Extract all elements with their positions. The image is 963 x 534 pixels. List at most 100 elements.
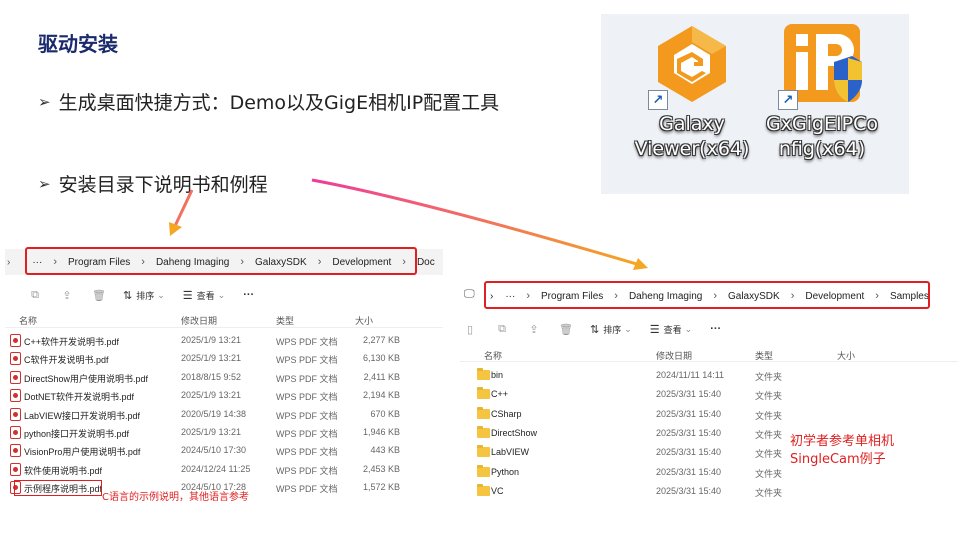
folder-name: VC [491, 485, 504, 496]
view-button[interactable]: ☰ 查看 ⌄ [183, 289, 225, 302]
file-size: 2,453 KB [362, 463, 400, 474]
col-header-type[interactable]: 类型 [276, 314, 294, 327]
folder-row[interactable]: bin 2024/11/11 14:11 文件夹 [460, 367, 920, 385]
file-date: 2025/1/9 13:21 [181, 427, 242, 437]
pdf-file-icon [10, 407, 21, 421]
col-header-type[interactable]: 类型 [755, 349, 773, 362]
folder-date: 2025/3/31 15:40 [656, 447, 722, 458]
col-header-date[interactable]: 修改日期 [181, 314, 217, 327]
folder-name: DirectShow [491, 427, 538, 438]
copy-icon[interactable]: ⧉ [494, 322, 510, 336]
view-button[interactable]: ☰ 查看 ⌄ [650, 323, 692, 336]
file-size: 6,130 KB [362, 353, 400, 364]
pdf-file-icon [10, 352, 21, 366]
file-row[interactable]: DirectShow用户使用说明书.pdf 2018/8/15 9:52 WPS P… [5, 369, 405, 387]
col-header-size[interactable]: 大小 [837, 349, 855, 362]
pdf-file-icon [10, 370, 21, 384]
sort-icon: ⇅ [590, 323, 600, 336]
folder-name: CSharp [491, 408, 522, 419]
folder-type: 文件夹 [755, 487, 783, 498]
folder-type: 文件夹 [755, 410, 783, 421]
computer-icon[interactable]: 🖵 [464, 288, 475, 301]
folder-date: 2025/3/31 15:40 [656, 466, 722, 477]
address-bar[interactable]: › ··· › Program Files › Daheng Imaging › Ga… [5, 247, 443, 275]
folder-icon [477, 387, 490, 400]
file-row[interactable]: DotNET软件开发说明书.pdf 2025/1/9 13:21 WPS PDF 文… [5, 387, 405, 405]
address-highlight [484, 281, 930, 309]
folder-icon [477, 368, 490, 380]
folder-row[interactable]: C++ 2025/3/31 15:40 文件夹 [460, 386, 920, 404]
address-bar[interactable]: › ··· › Program Files › Daheng Imaging › Ga… [484, 281, 958, 309]
share-icon[interactable]: ⇪ [59, 288, 75, 302]
file-type: WPS PDF 文档 [276, 447, 338, 458]
chevron-down-icon: ⌄ [684, 323, 693, 334]
file-row[interactable]: 软件使用说明书.pdf 2024/12/24 11:25 WPS PDF 文档 2,4… [5, 461, 405, 479]
file-type: WPS PDF 文档 [276, 373, 338, 384]
folder-icon [477, 406, 490, 419]
file-name: 软件使用说明书.pdf [24, 465, 103, 476]
file-type: WPS PDF 文档 [276, 484, 338, 495]
folder-type: 文件夹 [755, 391, 783, 402]
folder-date: 2025/3/31 15:40 [656, 389, 722, 400]
folder-name: bin [491, 370, 504, 380]
explorer-window-samples: 🖵 › ··· › Program Files › Daheng Imaging ›… [460, 278, 958, 508]
sort-button[interactable]: ⇅ 排序 ⌄ [590, 323, 632, 336]
file-date: 2025/1/9 13:21 [181, 390, 242, 401]
file-size: 2,411 KB [363, 371, 400, 382]
file-type: WPS PDF 文档 [276, 410, 338, 421]
file-type: WPS PDF 文档 [276, 429, 338, 439]
file-row[interactable]: LabVIEW接口开发说明书.pdf 2020/5/19 14:38 WPS PDF… [5, 406, 405, 424]
breadcrumb-item[interactable]: Doc [417, 257, 435, 268]
folder-icon [477, 464, 490, 477]
address-highlight [25, 247, 417, 275]
file-date: 2025/1/9 13:21 [181, 335, 242, 345]
folder-type: 文件夹 [755, 429, 783, 440]
folder-row[interactable]: VC 2025/3/31 15:40 文件夹 [460, 483, 920, 501]
file-date: 2018/8/15 9:52 [181, 371, 242, 382]
file-row[interactable]: C++软件开发说明书.pdf 2025/1/9 13:21 WPS PDF 文档 2,… [5, 332, 405, 350]
file-name: C++软件开发说明书.pdf [24, 337, 120, 347]
file-type: WPS PDF 文档 [276, 355, 338, 366]
folder-name: LabVIEW [491, 447, 530, 458]
copy-icon[interactable]: ⧉ [27, 288, 43, 302]
trash-icon[interactable]: 🗑 [91, 288, 107, 302]
folder-date: 2025/3/31 15:40 [656, 485, 722, 496]
file-row[interactable]: python接口开发说明书.pdf 2025/1/9 13:21 WPS PDF 文… [5, 424, 405, 442]
file-row[interactable]: C软件开发说明书.pdf 2025/1/9 13:21 WPS PDF 文档 6,13… [5, 350, 405, 368]
col-header-name[interactable]: 名称 [484, 349, 502, 362]
file-size: 2,277 KB [362, 335, 400, 345]
folder-date: 2025/3/31 15:40 [656, 427, 722, 438]
chevron-right-icon[interactable]: › [7, 257, 10, 268]
note-c-example: C语言的示例说明，其他语言参考 [102, 492, 249, 503]
folder-name: Python [491, 466, 520, 477]
file-name: python接口开发说明书.pdf [24, 429, 130, 439]
command-bar: ▯ ⧉ ⇪ 🗑 ⇅ 排序 ⌄ ☰ 查看 ⌄ ··· [462, 322, 739, 336]
col-header-name[interactable]: 名称 [19, 314, 37, 327]
file-size: 2,194 KB [362, 390, 400, 401]
file-name: C软件开发说明书.pdf [24, 355, 109, 366]
sort-icon: ⇅ [123, 289, 133, 302]
col-header-size[interactable]: 大小 [355, 314, 373, 327]
file-name: DotNET软件开发说明书.pdf [24, 392, 135, 403]
file-name: LabVIEW接口开发说明书.pdf [24, 410, 141, 421]
more-button[interactable]: ··· [710, 323, 721, 335]
pdf-file-icon [10, 462, 21, 476]
pdf-file-icon [10, 334, 21, 347]
col-header-date[interactable]: 修改日期 [656, 349, 692, 362]
chevron-down-icon: ⌄ [157, 289, 165, 300]
paste-icon[interactable]: ▯ [462, 322, 478, 336]
trash-icon[interactable]: 🗑 [558, 322, 574, 336]
pdf-file-icon [10, 389, 21, 403]
chevron-down-icon: ⌄ [624, 323, 632, 334]
folder-type: 文件夹 [755, 372, 783, 382]
file-size: 443 KB [370, 445, 400, 456]
file-type: WPS PDF 文档 [276, 392, 338, 403]
file-size: 1,946 KB [362, 427, 400, 437]
more-button[interactable]: ··· [243, 289, 254, 301]
folder-row[interactable]: CSharp 2025/3/31 15:40 文件夹 [460, 406, 920, 424]
file-row[interactable]: VisionPro用户使用说明书.pdf 2024/5/10 17:30 WPS P… [5, 442, 405, 460]
sort-button[interactable]: ⇅ 排序 ⌄ [123, 289, 165, 302]
folder-date: 2024/11/11 14:11 [656, 370, 725, 380]
column-headers: 名称 修改日期 类型 大小 [460, 346, 958, 362]
share-icon[interactable]: ⇪ [526, 322, 542, 336]
